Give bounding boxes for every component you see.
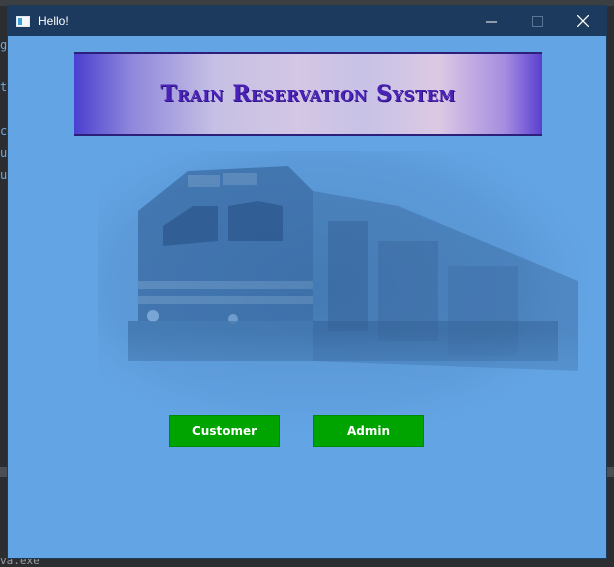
close-button[interactable] xyxy=(560,6,606,36)
maximize-button[interactable] xyxy=(514,6,560,36)
window-content: Train Reservation System Customer Admin xyxy=(8,36,606,558)
app-window: Hello! Train Reservation System Customer… xyxy=(7,5,607,559)
close-icon xyxy=(577,15,589,27)
maximize-icon xyxy=(531,15,543,27)
minimize-button[interactable] xyxy=(468,6,514,36)
app-icon xyxy=(16,15,30,27)
train-image xyxy=(98,151,588,451)
banner-title: Train Reservation System xyxy=(160,81,456,107)
admin-button[interactable]: Admin xyxy=(313,415,424,447)
customer-button[interactable]: Customer xyxy=(169,415,280,447)
window-title: Hello! xyxy=(38,14,69,28)
window-controls xyxy=(468,6,606,36)
title-banner: Train Reservation System xyxy=(74,52,542,136)
title-bar[interactable]: Hello! xyxy=(8,6,606,36)
minimize-icon xyxy=(485,21,497,22)
